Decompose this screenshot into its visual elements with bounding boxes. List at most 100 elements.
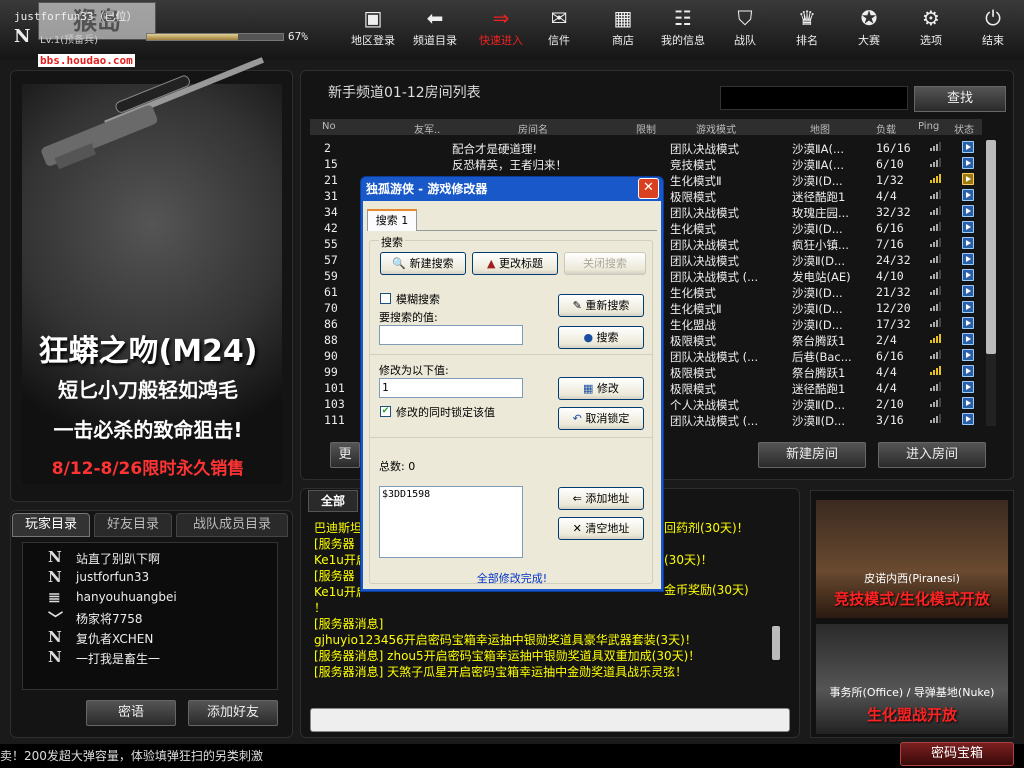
- room-load: 4/4: [876, 381, 897, 395]
- close-search-button[interactable]: 关闭搜索: [564, 252, 646, 275]
- column-header[interactable]: 限制: [636, 121, 656, 136]
- room-enter-icon[interactable]: [962, 333, 974, 345]
- room-enter-icon[interactable]: [962, 397, 974, 409]
- tab-player-list[interactable]: 玩家目录: [12, 513, 90, 537]
- room-enter-icon[interactable]: [962, 205, 974, 217]
- search-button[interactable]: ● 搜索: [558, 326, 644, 349]
- column-header[interactable]: 地图: [810, 121, 830, 136]
- change-title-button[interactable]: ▲ 更改标题: [472, 252, 558, 275]
- room-search-input[interactable]: [720, 86, 908, 110]
- room-name: 反恐精英，王者归来！: [452, 158, 567, 172]
- room-enter-icon[interactable]: [962, 269, 974, 281]
- room-map: 迷径酷跑1: [792, 190, 846, 204]
- player-name[interactable]: hanyouhuangbei: [76, 590, 177, 604]
- ping-signal-icon: [930, 317, 942, 327]
- chat-line: [服务器消息]: [314, 617, 384, 631]
- room-search-button[interactable]: 查找: [914, 86, 1006, 112]
- lock-value-checkbox[interactable]: ✔: [380, 406, 391, 417]
- news-ticker-text: 卖！200发超大弹容量，体验填弹狂扫的另类刺激: [0, 749, 263, 763]
- unlock-button[interactable]: ↶ 取消锁定: [558, 407, 644, 430]
- clear-x-icon: ✕: [572, 522, 586, 535]
- search-value-input[interactable]: [379, 325, 523, 345]
- refresh-button[interactable]: 更: [330, 442, 360, 468]
- column-header[interactable]: No: [322, 121, 336, 132]
- room-list-scroll-thumb[interactable]: [986, 140, 996, 354]
- nav-shop-button[interactable]: ▦ 商店: [592, 6, 654, 52]
- player-name[interactable]: 杨家将7758: [76, 610, 143, 627]
- room-mode: 极限模式: [670, 366, 716, 380]
- player-rank-icon: N: [48, 628, 62, 646]
- column-header[interactable]: Ping: [918, 121, 939, 132]
- dialog-close-button[interactable]: ✕: [638, 178, 659, 199]
- room-enter-icon[interactable]: [962, 365, 974, 377]
- room-row[interactable]: 2 配合才是硬道理! 团队决战模式 沙漠ⅡA(... 16/16: [310, 140, 982, 156]
- column-header[interactable]: 游戏模式: [696, 121, 736, 136]
- nav-back-arrow-button[interactable]: ⬅ 频道目录: [404, 6, 466, 52]
- nav-gear-button[interactable]: ⚙ 选项: [900, 6, 962, 52]
- new-search-button[interactable]: 🔍 新建搜索: [380, 252, 466, 275]
- player-name[interactable]: justforfun33: [76, 570, 149, 584]
- chat-input[interactable]: [310, 708, 790, 732]
- player-name[interactable]: 复仇者XCHEN: [76, 630, 153, 647]
- new-room-button[interactable]: 新建房间: [758, 442, 866, 468]
- address-list[interactable]: $3DD1598: [379, 486, 523, 558]
- player-name[interactable]: 一打我是畜生一: [76, 650, 160, 667]
- modify-button[interactable]: ▦ 修改: [558, 377, 644, 400]
- modify-value-input[interactable]: 1: [379, 378, 523, 398]
- room-enter-icon[interactable]: [962, 413, 974, 425]
- room-enter-icon[interactable]: [962, 189, 974, 201]
- room-mode: 团队决战模式 (...: [670, 350, 759, 364]
- ping-signal-icon: [930, 269, 942, 279]
- column-header[interactable]: 负载: [876, 121, 896, 136]
- nav-profile-button[interactable]: ☷ 我的信息: [652, 6, 714, 52]
- weapon-ad-date: 8/12-8/26限时永久销售: [51, 459, 245, 479]
- room-enter-icon[interactable]: [962, 285, 974, 297]
- clear-address-button[interactable]: ✕ 清空地址: [558, 517, 644, 540]
- tab-friend-list[interactable]: 好友目录: [94, 513, 172, 537]
- nav-fast-forward-button[interactable]: ⇒ 快速进入: [470, 6, 532, 52]
- room-enter-icon[interactable]: [962, 237, 974, 249]
- research-button[interactable]: ✎ 重新搜索: [558, 294, 644, 317]
- nav-medal-button[interactable]: ✪ 大赛: [838, 6, 900, 52]
- add-friend-button[interactable]: 添加好友: [188, 700, 278, 726]
- nav-label: 结束: [982, 34, 1004, 47]
- column-header[interactable]: 状态: [954, 121, 974, 136]
- chat-tab-all[interactable]: 全部: [308, 490, 358, 512]
- room-enter-icon[interactable]: [962, 317, 974, 329]
- ping-signal-icon: [930, 253, 942, 263]
- chat-line: 巴迪斯坦: [314, 521, 360, 535]
- fuzzy-search-checkbox[interactable]: [380, 293, 391, 304]
- room-mode: 团队决战模式 (...: [670, 270, 759, 284]
- player-name[interactable]: 站直了别趴下啊: [76, 550, 160, 567]
- map-ad-piranesi[interactable]: 皮诺内西(Piranesi) 竞技模式/生化模式开放: [816, 500, 1008, 618]
- room-enter-icon[interactable]: [962, 141, 974, 153]
- column-header[interactable]: 房间名: [518, 121, 548, 136]
- chat-fragment-1: 回药剂(30天)！: [664, 521, 749, 535]
- room-enter-icon[interactable]: [962, 157, 974, 169]
- whisper-button[interactable]: 密语: [86, 700, 176, 726]
- password-box-button[interactable]: 密码宝箱: [900, 742, 1014, 766]
- nav-mail-button[interactable]: ✉ 信件: [528, 6, 590, 52]
- search-value-label: 要搜索的值:: [379, 311, 438, 324]
- room-map: 沙漠Ⅰ(D...: [792, 318, 843, 332]
- tab-search-1[interactable]: 搜索 1: [367, 209, 417, 231]
- room-enter-icon[interactable]: [962, 349, 974, 361]
- tab-clan-members[interactable]: 战队成员目录: [176, 513, 288, 537]
- room-locked-icon[interactable]: [962, 173, 974, 185]
- column-header[interactable]: 友军..: [414, 121, 440, 136]
- chat-scroll-thumb[interactable]: [772, 626, 780, 660]
- enter-room-button[interactable]: 进入房间: [878, 442, 986, 468]
- room-enter-icon[interactable]: [962, 381, 974, 393]
- exp-bar: [146, 33, 284, 41]
- nav-region-login-button[interactable]: ▣ 地区登录: [342, 6, 404, 52]
- room-enter-icon[interactable]: [962, 253, 974, 265]
- add-address-button[interactable]: ⇐ 添加地址: [558, 487, 644, 510]
- room-enter-icon[interactable]: [962, 221, 974, 233]
- nav-power-button[interactable]: ⏻ 结束: [962, 6, 1024, 52]
- nav-trophy-button[interactable]: ♛ 排名: [776, 6, 838, 52]
- room-enter-icon[interactable]: [962, 301, 974, 313]
- room-load: 7/16: [876, 237, 904, 251]
- map-ad-office-nuke[interactable]: 事务所(Office) / 导弹基地(Nuke) 生化盟战开放: [816, 624, 1008, 734]
- room-row[interactable]: 15 反恐精英，王者归来！ 竞技模式 沙漠ⅡA(... 6/10: [310, 156, 982, 172]
- nav-clan-shield-button[interactable]: ⛉ 战队: [714, 6, 776, 52]
